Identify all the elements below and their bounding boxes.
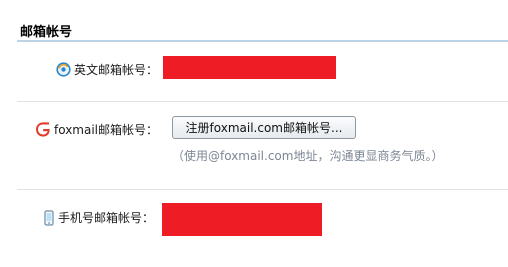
mobile-account-value-redacted — [162, 203, 322, 236]
english-account-label: 英文邮箱帐号： — [74, 63, 159, 77]
english-account-label-group: 英文邮箱帐号： — [56, 61, 158, 78]
globe-circle-icon — [56, 62, 71, 77]
foxmail-logo-icon — [36, 122, 51, 137]
row-divider — [17, 189, 508, 190]
row-divider — [17, 101, 508, 102]
foxmail-account-label-group: foxmail邮箱帐号： — [36, 121, 158, 138]
register-foxmail-button[interactable]: 注册foxmail.com邮箱帐号... — [172, 116, 356, 139]
section-title-rule — [17, 40, 508, 42]
section-title: 邮箱帐号 — [20, 25, 73, 40]
foxmail-hint-text: （使用@foxmail.com地址，沟通更显商务气质。） — [172, 149, 444, 163]
foxmail-account-label: foxmail邮箱帐号： — [54, 123, 159, 137]
mobile-account-label-group: 手机号邮箱帐号： — [43, 209, 154, 226]
english-account-value-redacted — [163, 56, 336, 79]
mobile-account-label: 手机号邮箱帐号： — [58, 211, 155, 225]
mobile-phone-icon — [43, 209, 55, 226]
